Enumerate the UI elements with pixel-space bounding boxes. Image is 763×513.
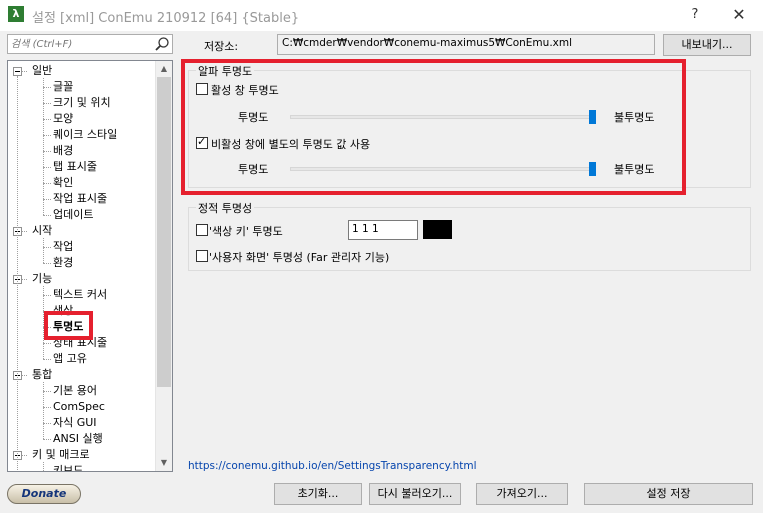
reload-button[interactable]: 다시 불러오기... bbox=[369, 483, 461, 505]
tree-connector bbox=[43, 135, 51, 136]
tree-connector bbox=[43, 167, 51, 168]
donate-button[interactable]: Donate bbox=[7, 484, 81, 504]
export-button[interactable]: 내보내기... bbox=[663, 34, 751, 56]
tree-item[interactable]: 키보드 bbox=[53, 464, 83, 471]
tree-item[interactable]: 작업 bbox=[53, 240, 73, 254]
search-box[interactable] bbox=[7, 34, 173, 54]
tree-item[interactable]: 자식 GUI bbox=[53, 416, 97, 430]
highlight-box-tree bbox=[44, 311, 93, 340]
tree-connector bbox=[43, 471, 51, 472]
tree-connector bbox=[22, 71, 27, 72]
reset-button[interactable]: 초기화... bbox=[274, 483, 362, 505]
tree-connector bbox=[22, 231, 27, 232]
tree-item[interactable]: 작업 표시줄 bbox=[53, 192, 107, 206]
tree-item[interactable]: 퀘이크 스타일 bbox=[53, 128, 117, 142]
tree-connector bbox=[43, 119, 51, 120]
tree-item[interactable]: ComSpec bbox=[53, 400, 105, 414]
tree-connector bbox=[43, 151, 51, 152]
tree-item[interactable]: 탭 표시줄 bbox=[53, 160, 97, 174]
tree-connector bbox=[43, 407, 51, 408]
window-title: 설정 [xml] ConEmu 210912 [64] {Stable} bbox=[32, 11, 300, 26]
static-transparency-title: 정적 투명성 bbox=[196, 200, 255, 216]
save-settings-button[interactable]: 설정 저장 bbox=[584, 483, 753, 505]
tree-item[interactable]: 글꼴 bbox=[53, 80, 73, 94]
color-key-checkbox[interactable] bbox=[196, 224, 208, 236]
tree-connector bbox=[22, 375, 27, 376]
color-key-swatch[interactable] bbox=[423, 220, 452, 239]
tree-item[interactable]: 앱 고유 bbox=[53, 352, 87, 366]
tree-connector bbox=[43, 87, 51, 88]
search-icon[interactable] bbox=[154, 36, 170, 52]
tree-item[interactable]: 확인 bbox=[53, 176, 73, 190]
user-screen-label: '사용자 화면' 투명성 (Far 관리자 기능) bbox=[209, 251, 390, 264]
tree-item[interactable]: 일반 bbox=[32, 64, 52, 78]
tree-connector bbox=[43, 359, 51, 360]
storage-label: 저장소: bbox=[204, 40, 239, 53]
tree-connector bbox=[43, 103, 51, 104]
search-input[interactable] bbox=[11, 36, 151, 52]
highlight-box-alpha bbox=[181, 59, 686, 195]
tree-connector bbox=[43, 78, 44, 215]
import-button[interactable]: 가져오기... bbox=[476, 483, 568, 505]
tree-connector bbox=[43, 462, 44, 471]
tree-item[interactable]: 통합 bbox=[32, 368, 52, 382]
storage-path-field[interactable]: C:₩cmder₩vendor₩conemu-maximus5₩ConEmu.x… bbox=[277, 34, 655, 55]
tree-connector bbox=[43, 238, 44, 263]
settings-help-link[interactable]: https://conemu.github.io/en/SettingsTran… bbox=[188, 460, 477, 472]
color-key-input[interactable]: 1 1 1 bbox=[348, 220, 418, 240]
scroll-thumb[interactable] bbox=[157, 77, 171, 387]
tree-connector bbox=[43, 263, 51, 264]
tree-scrollbar[interactable]: ▲ ▼ bbox=[155, 61, 172, 471]
tree-connector bbox=[43, 423, 51, 424]
tree-connector bbox=[43, 391, 51, 392]
tree-item[interactable]: 키 및 매크로 bbox=[32, 448, 90, 462]
tree-item[interactable]: 기본 용어 bbox=[53, 384, 97, 398]
tree-item[interactable]: 크기 및 위치 bbox=[53, 96, 111, 110]
tree-connector bbox=[17, 76, 18, 471]
tree-item[interactable]: 시작 bbox=[32, 224, 52, 238]
tree-item[interactable]: 배경 bbox=[53, 144, 73, 158]
help-button[interactable]: ? bbox=[680, 4, 710, 26]
tree-connector bbox=[43, 295, 51, 296]
settings-tree[interactable]: 일반 글꼴크기 및 위치모양퀘이크 스타일배경탭 표시줄확인작업 표시줄업데이트 시… bbox=[7, 60, 173, 472]
close-button[interactable]: ✕ bbox=[724, 4, 754, 26]
tree-connector bbox=[22, 279, 27, 280]
tree-item[interactable]: 업데이트 bbox=[53, 208, 93, 222]
tree-connector bbox=[43, 343, 51, 344]
tree-connector bbox=[43, 247, 51, 248]
tree-item[interactable]: 기능 bbox=[32, 272, 52, 286]
tree-connector bbox=[43, 439, 51, 440]
scroll-up-arrow-icon[interactable]: ▲ bbox=[156, 61, 172, 77]
tree-item[interactable]: ANSI 실행 bbox=[53, 432, 103, 446]
tree-collapse-toggle-icon[interactable] bbox=[13, 67, 22, 76]
tree-connector bbox=[43, 199, 51, 200]
tree-connector bbox=[22, 455, 27, 456]
tree-connector bbox=[43, 183, 51, 184]
color-key-label: '색상 키' 투명도 bbox=[209, 225, 283, 238]
tree-item[interactable]: 텍스트 커서 bbox=[53, 288, 107, 302]
tree-item[interactable]: 환경 bbox=[53, 256, 73, 270]
scroll-down-arrow-icon[interactable]: ▼ bbox=[156, 455, 172, 471]
user-screen-checkbox[interactable] bbox=[196, 250, 208, 262]
tree-connector bbox=[43, 382, 44, 439]
tree-item[interactable]: 모양 bbox=[53, 112, 73, 126]
tree-connector bbox=[43, 215, 51, 216]
conemu-lambda-icon: λ bbox=[8, 6, 24, 22]
